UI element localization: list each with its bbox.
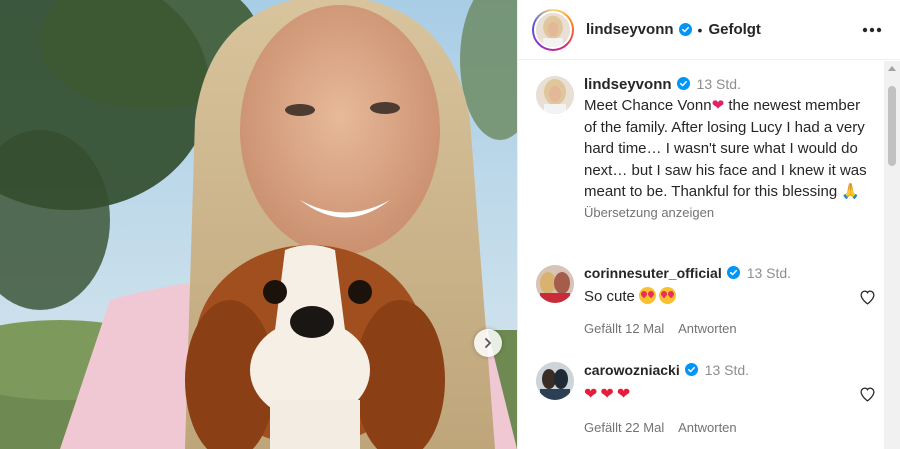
next-media-button[interactable]	[474, 329, 502, 357]
verified-badge-icon	[684, 363, 698, 376]
caption-text-part-a: Meet Chance Vonn	[584, 97, 712, 114]
comment-username[interactable]: corinnesuter_official	[584, 265, 722, 281]
more-options-button[interactable]	[861, 19, 883, 41]
caption-timestamp[interactable]: 13 Std.	[697, 76, 741, 92]
comment-text-value: So cute	[584, 288, 635, 305]
more-options-icon	[862, 27, 882, 33]
commenter-avatar[interactable]	[536, 362, 574, 400]
comment-likes-count[interactable]: Gefällt 22 Mal	[584, 420, 664, 435]
verified-badge-icon	[676, 77, 690, 90]
comment-username[interactable]: carowozniacki	[584, 362, 680, 378]
author-avatar-story-ring[interactable]	[532, 8, 574, 51]
comment-text: ❤ ❤ ❤	[584, 384, 876, 404]
comments-scroll-area[interactable]: lindseyvonn 13 Std. Meet Chance Vonn❤ the…	[518, 61, 885, 449]
commenter-avatar[interactable]	[536, 265, 574, 303]
verified-badge-icon	[678, 23, 692, 36]
verified-badge-icon	[726, 266, 740, 279]
heart-eyes-emoji-icon	[659, 287, 677, 304]
comment-meta: Gefällt 22 Mal Antworten	[584, 420, 876, 435]
caption-username[interactable]: lindseyvonn	[584, 76, 672, 93]
scroll-up-arrow-icon[interactable]	[888, 66, 896, 71]
caption-text: Meet Chance Vonn❤ the newest member of t…	[584, 95, 876, 203]
chevron-right-icon	[485, 338, 491, 348]
caption-author-avatar[interactable]	[536, 76, 574, 114]
scrollbar-thumb[interactable]	[888, 86, 896, 166]
comment-timestamp[interactable]: 13 Std.	[747, 265, 791, 281]
follow-state-button[interactable]: Gefolgt	[708, 21, 761, 38]
comment-reply-button[interactable]: Antworten	[678, 321, 737, 336]
heart-outline-icon[interactable]	[859, 386, 876, 403]
post-side-panel: lindseyvonn • Gefolgt lindseyvonn 13 Std.…	[517, 0, 900, 449]
red-heart-emoji-icon: ❤	[711, 97, 725, 114]
comment-item: corinnesuter_official 13 Std. So cute Gef…	[536, 265, 876, 336]
header-separator: •	[697, 21, 703, 38]
comments-scrollbar[interactable]	[884, 61, 900, 449]
red-heart-emoji-icon: ❤	[584, 386, 598, 403]
comment-text: So cute	[584, 287, 876, 305]
praying-hands-emoji-icon: 🙏	[841, 183, 861, 200]
author-avatar	[534, 10, 572, 49]
post-photo	[0, 0, 517, 449]
comment-reply-button[interactable]: Antworten	[678, 420, 737, 435]
post-media[interactable]	[0, 0, 517, 449]
comment-meta: Gefällt 12 Mal Antworten	[584, 321, 876, 336]
red-heart-emoji-icon: ❤	[600, 386, 614, 403]
heart-outline-icon[interactable]	[859, 289, 876, 306]
comment-item: carowozniacki 13 Std. ❤ ❤ ❤ Gefällt 22 Mal …	[536, 362, 876, 435]
red-heart-emoji-icon: ❤	[616, 386, 631, 403]
post-header: lindseyvonn • Gefolgt	[518, 0, 900, 60]
comment-timestamp[interactable]: 13 Std.	[705, 362, 749, 378]
post-caption: lindseyvonn 13 Std. Meet Chance Vonn❤ the…	[536, 76, 876, 220]
author-username[interactable]: lindseyvonn	[586, 21, 674, 38]
heart-eyes-emoji-icon	[639, 287, 657, 304]
comment-likes-count[interactable]: Gefällt 12 Mal	[584, 321, 664, 336]
translate-link[interactable]: Übersetzung anzeigen	[584, 205, 876, 220]
